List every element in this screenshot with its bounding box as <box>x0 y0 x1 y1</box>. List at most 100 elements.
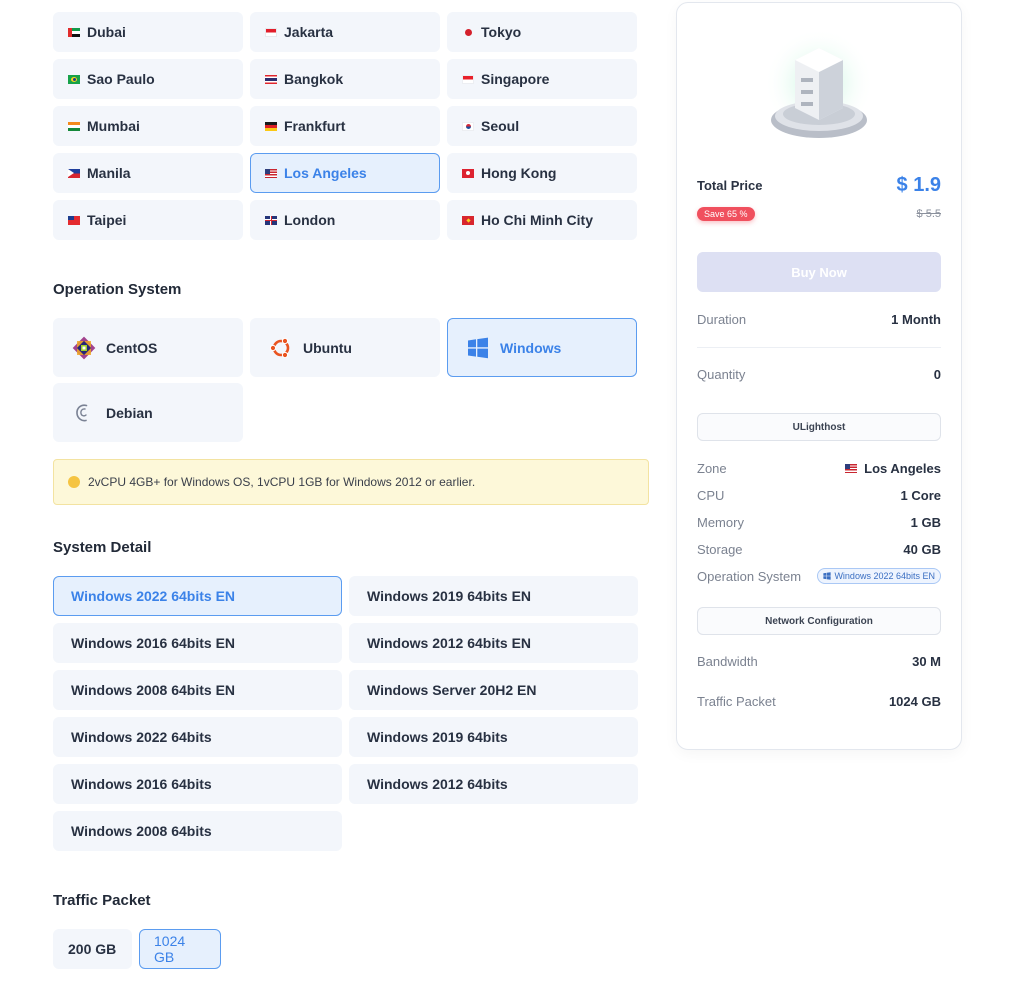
location-label: Frankfurt <box>284 118 346 134</box>
location-label: Bangkok <box>284 71 344 87</box>
location-jakarta[interactable]: Jakarta <box>250 12 440 52</box>
windows-icon <box>466 336 490 360</box>
system-option-label: Windows 2022 64bits <box>71 729 212 745</box>
location-label: Manila <box>87 165 131 181</box>
system-option[interactable]: Windows 2019 64bits EN <box>349 576 638 616</box>
system-option-label: Windows Server 20H2 EN <box>367 682 537 698</box>
system-option-label: Windows 2012 64bits EN <box>367 635 532 651</box>
flag-de-icon <box>265 121 277 131</box>
os-label: Windows <box>500 339 562 356</box>
system-option[interactable]: Windows 2022 64bits EN <box>53 576 342 616</box>
memory-value: 1 GB <box>910 515 941 530</box>
system-option-label: Windows 2019 64bits <box>367 729 508 745</box>
flag-gb-icon <box>265 215 277 225</box>
location-manila[interactable]: Manila <box>53 153 243 193</box>
ubuntu-icon <box>269 336 293 360</box>
storage-label: Storage <box>697 542 743 557</box>
os-label: Debian <box>106 404 153 421</box>
system-option[interactable]: Windows 2022 64bits <box>53 717 342 757</box>
flag-th-icon <box>265 74 277 84</box>
server-illustration <box>757 28 877 148</box>
bandwidth-label: Bandwidth <box>697 654 758 669</box>
provider-box: ULighthost <box>697 413 941 441</box>
buy-now-button[interactable]: Buy Now <box>697 252 941 292</box>
location-sao-paulo[interactable]: Sao Paulo <box>53 59 243 99</box>
system-option[interactable]: Windows 2016 64bits <box>53 764 342 804</box>
location-label: Dubai <box>87 24 126 40</box>
location-london[interactable]: London <box>250 200 440 240</box>
location-tokyo[interactable]: Tokyo <box>447 12 637 52</box>
warning-icon <box>68 476 80 488</box>
flag-vn-icon <box>462 215 474 225</box>
flag-br-icon <box>68 74 80 84</box>
location-dubai[interactable]: Dubai <box>53 12 243 52</box>
location-label: Sao Paulo <box>87 71 155 87</box>
location-seoul[interactable]: Seoul <box>447 106 637 146</box>
system-detail-title: System Detail <box>53 539 152 556</box>
flag-sg-icon <box>462 74 474 84</box>
flag-hk-icon <box>462 168 474 178</box>
os-option-debian[interactable]: Debian <box>53 383 243 442</box>
system-option[interactable]: Windows Server 20H2 EN <box>349 670 638 710</box>
location-ho-chi-minh-city[interactable]: Ho Chi Minh City <box>447 200 637 240</box>
os-option-centos[interactable]: CentOS <box>53 318 243 377</box>
quantity-value[interactable]: 0 <box>934 367 941 382</box>
system-option[interactable]: Windows 2016 64bits EN <box>53 623 342 663</box>
order-summary-panel: Total Price $ 1.9 Save 65 % $ 5.5 Buy No… <box>676 2 962 750</box>
location-label: Taipei <box>87 212 127 228</box>
system-option[interactable]: Windows 2008 64bits EN <box>53 670 342 710</box>
save-badge: Save 65 % <box>697 207 755 221</box>
location-taipei[interactable]: Taipei <box>53 200 243 240</box>
system-option-label: Windows 2008 64bits <box>71 823 212 839</box>
location-label: Mumbai <box>87 118 140 134</box>
location-hong-kong[interactable]: Hong Kong <box>447 153 637 193</box>
os-notice: 2vCPU 4GB+ for Windows OS, 1vCPU 1GB for… <box>53 459 649 505</box>
traffic-summary-value: 1024 GB <box>888 694 941 709</box>
location-los-angeles[interactable]: Los Angeles <box>250 153 440 193</box>
network-config-box: Network Configuration <box>697 607 941 635</box>
location-label: Ho Chi Minh City <box>481 212 593 228</box>
location-frankfurt[interactable]: Frankfurt <box>250 106 440 146</box>
traffic-option-200gb[interactable]: 200 GB <box>53 929 132 969</box>
cpu-label: CPU <box>697 488 725 503</box>
system-option-label: Windows 2016 64bits <box>71 776 212 792</box>
system-option[interactable]: Windows 2012 64bits <box>349 764 638 804</box>
os-summary-value: Windows 2022 64bits EN <box>834 571 935 581</box>
location-label: Hong Kong <box>481 165 557 181</box>
system-option[interactable]: Windows 2012 64bits EN <box>349 623 638 663</box>
location-label: Jakarta <box>284 24 334 40</box>
location-label: Tokyo <box>481 24 522 40</box>
flag-us-icon <box>845 464 858 473</box>
traffic-packet-title: Traffic Packet <box>53 892 151 909</box>
system-option[interactable]: Windows 2019 64bits <box>349 717 638 757</box>
debian-icon <box>72 401 96 425</box>
location-bangkok[interactable]: Bangkok <box>250 59 440 99</box>
flag-ph-icon <box>68 168 80 178</box>
location-label: Seoul <box>481 118 520 134</box>
memory-label: Memory <box>697 515 744 530</box>
system-option-label: Windows 2019 64bits EN <box>367 588 532 604</box>
os-option-ubuntu[interactable]: Ubuntu <box>250 318 440 377</box>
system-option[interactable]: Windows 2008 64bits <box>53 811 342 851</box>
os-label: CentOS <box>106 339 158 356</box>
os-option-windows[interactable]: Windows <box>447 318 637 377</box>
os-label: Ubuntu <box>303 339 352 356</box>
flag-kr-icon <box>462 121 474 131</box>
system-option-label: Windows 2022 64bits EN <box>71 588 236 604</box>
location-label: London <box>284 212 336 228</box>
zone-label: Zone <box>697 461 727 476</box>
windows-icon <box>823 572 832 580</box>
os-summary-badge: Windows 2022 64bits EN <box>817 568 941 584</box>
flag-in-icon <box>68 121 80 131</box>
storage-value: 40 GB <box>903 542 941 557</box>
original-price: $ 5.5 <box>916 208 941 220</box>
system-option-label: Windows 2016 64bits EN <box>71 635 236 651</box>
zone-value-wrap: Los Angeles <box>845 461 941 476</box>
location-singapore[interactable]: Singapore <box>447 59 637 99</box>
location-mumbai[interactable]: Mumbai <box>53 106 243 146</box>
traffic-option-1024gb[interactable]: 1024 GB <box>139 929 221 969</box>
duration-value[interactable]: 1 Month <box>891 312 941 327</box>
os-section-title: Operation System <box>53 281 182 298</box>
flag-ae-icon <box>68 27 80 37</box>
location-label: Singapore <box>481 71 550 87</box>
